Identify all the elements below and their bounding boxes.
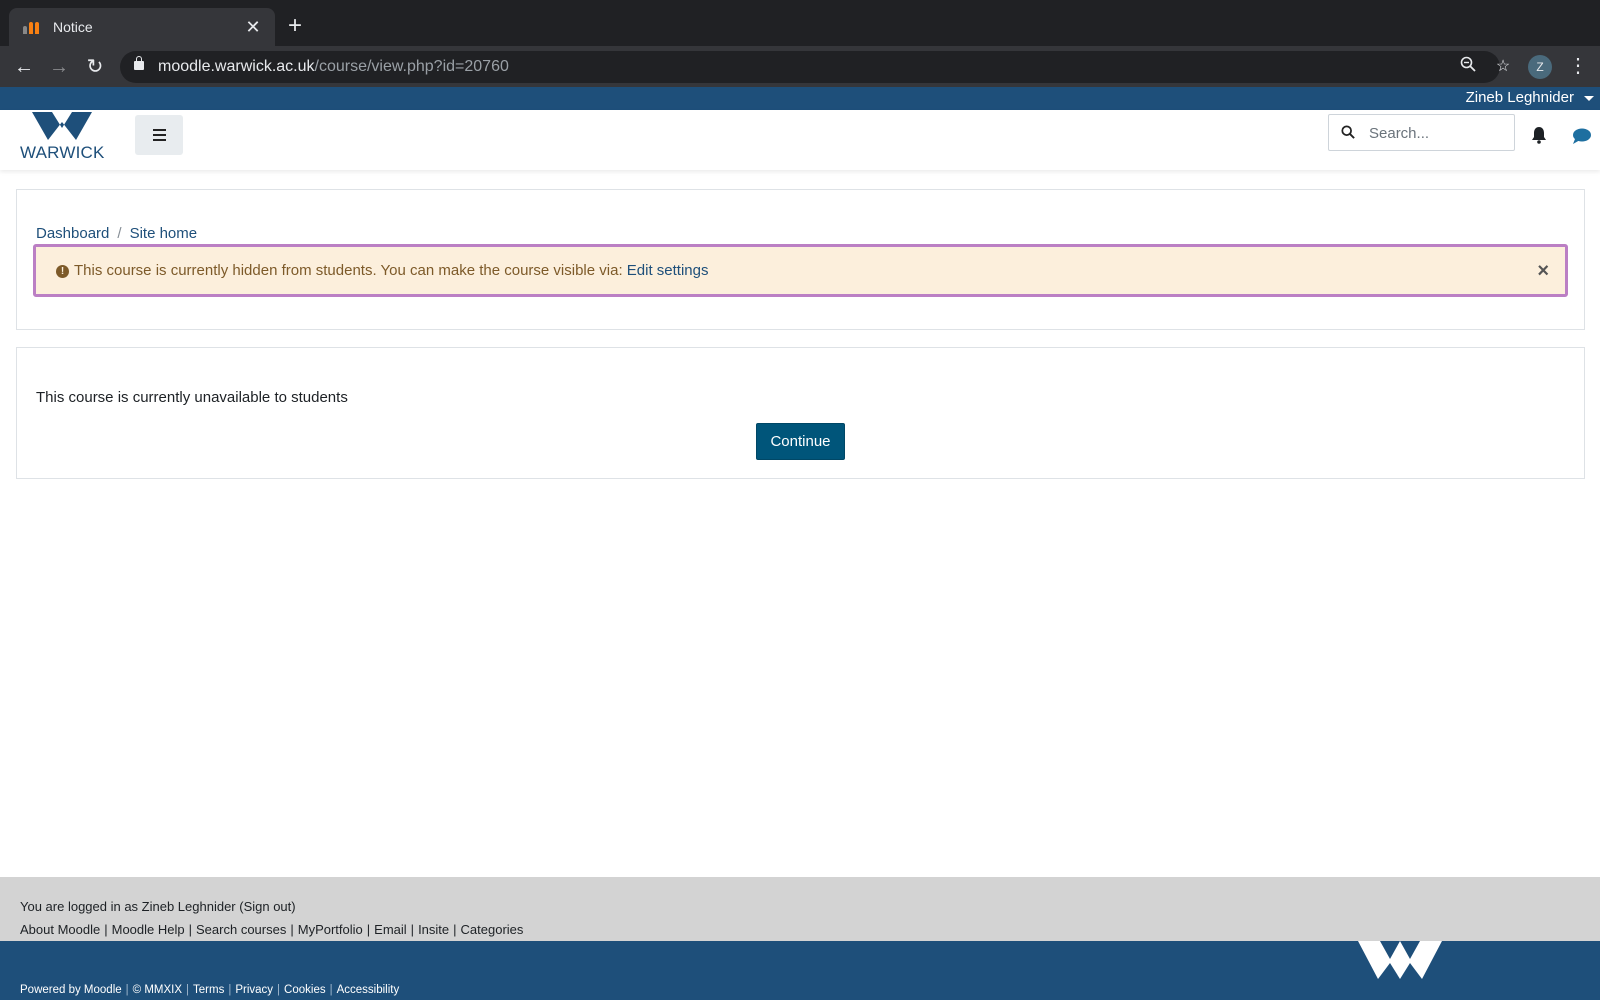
user-menu-name[interactable]: Zineb Leghnider xyxy=(1466,89,1574,106)
copyright-text: © MMXIX xyxy=(132,984,183,996)
alert-close-icon[interactable]: × xyxy=(1537,260,1549,283)
reload-icon[interactable]: ↻ xyxy=(82,54,108,80)
footer-info: You are logged in as Zineb Leghnider (Si… xyxy=(0,877,1600,941)
moodle-favicon-icon xyxy=(23,20,41,34)
address-bar[interactable]: moodle.warwick.ac.uk/course/view.php?id=… xyxy=(120,51,1510,83)
back-arrow-icon[interactable]: ← xyxy=(11,54,37,80)
alert-message: This course is currently hidden from stu… xyxy=(74,262,709,279)
search-box[interactable] xyxy=(1328,114,1515,151)
accessibility-link[interactable]: Accessibility xyxy=(337,984,400,996)
bell-icon[interactable] xyxy=(1530,126,1548,144)
browser-tab-bar: Notice ✕ + xyxy=(0,0,1600,46)
breadcrumb: Dashboard / Site home xyxy=(36,225,197,242)
privacy-link[interactable]: Privacy xyxy=(235,984,273,996)
breadcrumb-site-home[interactable]: Site home xyxy=(130,225,198,242)
logo-text: WARWICK xyxy=(20,143,105,162)
chat-icon[interactable] xyxy=(1572,127,1592,145)
footer-legal-links: Powered by Moodle | © MMXIX | Terms | Priva… xyxy=(20,984,400,996)
search-icon xyxy=(1341,125,1355,139)
footer-link-categories[interactable]: Categories xyxy=(461,922,524,937)
page-header-card: Dashboard / Site home ! This course is c… xyxy=(16,189,1585,330)
cookies-link[interactable]: Cookies xyxy=(284,984,326,996)
edit-settings-link[interactable]: Edit settings xyxy=(627,262,709,279)
site-navbar: WARWICK xyxy=(0,110,1600,170)
warwick-footer-logo xyxy=(1358,941,1442,979)
browser-tab[interactable]: Notice ✕ xyxy=(9,8,275,46)
zoom-icon[interactable] xyxy=(1457,56,1479,78)
forward-arrow-icon[interactable]: → xyxy=(46,54,72,80)
hamburger-menu-icon[interactable] xyxy=(135,115,183,155)
caret-down-icon[interactable] xyxy=(1584,96,1594,101)
powered-by-moodle-link[interactable]: Powered by Moodle xyxy=(20,984,122,996)
notice-card: This course is currently unavailable to … xyxy=(16,347,1585,479)
login-info: You are logged in as Zineb Leghnider (Si… xyxy=(20,899,296,914)
user-menu-bar: Zineb Leghnider xyxy=(0,87,1600,110)
footer-link-search-courses[interactable]: Search courses xyxy=(196,922,286,937)
hidden-course-alert: ! This course is currently hidden from s… xyxy=(33,244,1568,297)
terms-link[interactable]: Terms xyxy=(193,984,224,996)
footer-link-email[interactable]: Email xyxy=(374,922,407,937)
continue-button[interactable]: Continue xyxy=(756,423,845,460)
footer-link-about-moodle[interactable]: About Moodle xyxy=(20,922,100,937)
footer-links: About Moodle | Moodle Help | Search course… xyxy=(20,922,524,937)
url-text[interactable]: moodle.warwick.ac.uk/course/view.php?id=… xyxy=(158,58,509,76)
footer-link-myportfolio[interactable]: MyPortfolio xyxy=(298,922,363,937)
tab-title: Notice xyxy=(53,19,93,35)
profile-avatar[interactable]: Z xyxy=(1528,55,1552,79)
browser-toolbar: ← → ↻ moodle.warwick.ac.uk/course/view.p… xyxy=(0,46,1600,87)
footer-link-insite[interactable]: Insite xyxy=(418,922,449,937)
search-input[interactable] xyxy=(1369,119,1509,147)
exclamation-circle-icon: ! xyxy=(56,265,69,278)
breadcrumb-dashboard[interactable]: Dashboard xyxy=(36,225,109,242)
tab-close-icon[interactable]: ✕ xyxy=(243,17,263,38)
footer-link-moodle-help[interactable]: Moodle Help xyxy=(112,922,185,937)
breadcrumb-separator: / xyxy=(117,225,122,242)
lock-icon xyxy=(134,56,144,70)
footer-bottom: Powered by Moodle | © MMXIX | Terms | Priva… xyxy=(0,941,1600,1000)
notice-message: This course is currently unavailable to … xyxy=(36,389,348,406)
bookmark-star-icon[interactable]: ☆ xyxy=(1492,56,1514,78)
new-tab-icon[interactable]: + xyxy=(288,14,302,38)
browser-menu-icon[interactable]: ⋮ xyxy=(1568,54,1588,78)
